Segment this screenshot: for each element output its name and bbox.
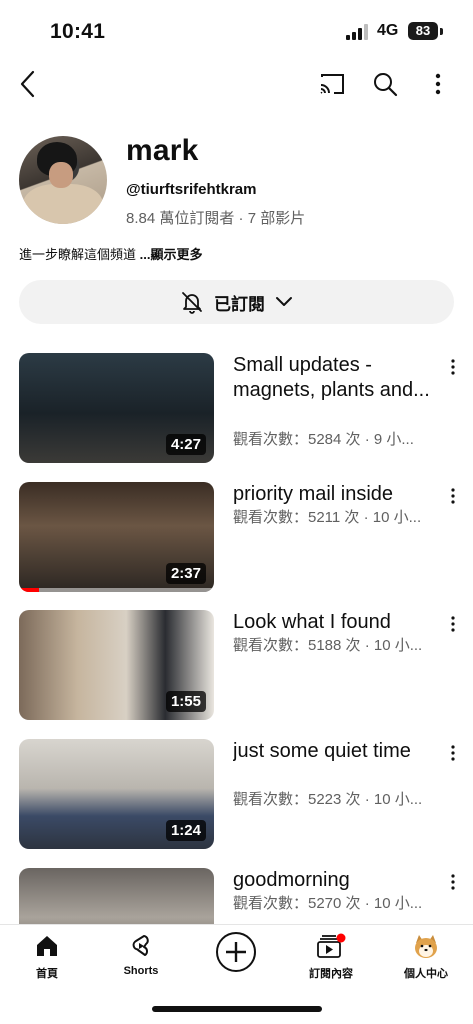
more-vertical-icon (451, 745, 455, 761)
nav-you-label: 個人中心 (404, 968, 448, 980)
video-item[interactable]: 4:27 Small updates - magnets, plants and… (0, 353, 473, 465)
video-menu-button[interactable] (445, 355, 461, 379)
nav-subscriptions-label: 訂閱內容 (309, 968, 353, 980)
top-app-bar (0, 60, 473, 108)
channel-name: mark (126, 134, 199, 167)
show-more-link[interactable]: ...顯示更多 (140, 247, 203, 262)
subscriptions-icon (317, 933, 346, 958)
video-duration: 2:37 (165, 563, 206, 584)
video-meta: 觀看次數：5270 次 · 10 小... (233, 895, 423, 912)
battery-icon: 83 (408, 22, 438, 40)
nav-home-label: 首頁 (36, 968, 58, 980)
status-time: 10:41 (50, 20, 106, 43)
video-duration: 1:24 (165, 820, 206, 841)
status-bar: 10:41 4G 83 (0, 0, 473, 60)
video-menu-button[interactable] (445, 741, 461, 765)
video-meta: 觀看次數：5188 次 · 10 小... (233, 637, 423, 654)
avatar-figure-face (49, 162, 73, 188)
video-duration: 1:55 (165, 691, 206, 712)
video-menu-button[interactable] (445, 612, 461, 636)
video-item[interactable]: 1:24 just some quiet time 觀看次數：5223 次 · … (0, 739, 473, 851)
channel-handle: @tiurftsrifehtkram (126, 181, 257, 198)
channel-description[interactable]: 進一步瞭解這個頻道 ...顯示更多 (19, 244, 202, 263)
more-options-button[interactable] (420, 66, 456, 102)
video-meta: 觀看次數：5211 次 · 10 小... (233, 509, 422, 526)
channel-stats: 8.84 萬位訂閱者 · 7 部影片 (126, 210, 306, 227)
back-button[interactable] (10, 66, 46, 102)
home-icon (37, 936, 57, 956)
cast-icon (320, 74, 344, 94)
nav-shorts[interactable]: Shorts (101, 933, 181, 977)
shorts-icon (132, 935, 149, 956)
chevron-left-icon (20, 70, 35, 98)
video-thumbnail[interactable]: 1:55 (19, 610, 214, 720)
more-vertical-icon (435, 73, 441, 95)
video-meta: 觀看次數：5223 次 · 10 小... (233, 791, 423, 808)
watch-progress-fill (19, 588, 39, 592)
network-type: 4G (377, 22, 399, 39)
channel-avatar[interactable] (19, 136, 107, 224)
video-meta: 觀看次數：5284 次 · 9 小... (233, 431, 414, 448)
video-title[interactable]: Look what I found (233, 610, 433, 635)
nav-subscriptions[interactable]: 訂閱內容 (291, 933, 371, 981)
video-item[interactable]: 2:37 priority mail inside 觀看次數：5211 次 · … (0, 482, 473, 594)
video-thumbnail[interactable]: 4:27 (19, 353, 214, 463)
video-duration: 4:27 (165, 434, 206, 455)
nav-shorts-label: Shorts (123, 965, 159, 977)
video-item[interactable]: 1:55 Look what I found 觀看次數：5188 次 · 10 … (0, 610, 473, 722)
search-icon (374, 73, 398, 97)
video-title[interactable]: goodmorning (233, 868, 433, 893)
video-title[interactable]: just some quiet time (233, 739, 433, 764)
search-button[interactable] (367, 66, 403, 102)
watch-progress-bar (19, 588, 214, 592)
more-vertical-icon (451, 874, 455, 890)
video-thumbnail[interactable]: 1:24 (19, 739, 214, 849)
create-plus-icon (216, 932, 256, 972)
chevron-down-icon (276, 297, 292, 306)
video-menu-button[interactable] (445, 870, 461, 894)
more-vertical-icon (451, 616, 455, 632)
video-menu-button[interactable] (445, 484, 461, 508)
subscribed-button[interactable]: 已訂閱 (19, 280, 454, 324)
profile-avatar-icon (415, 935, 437, 958)
video-title[interactable]: priority mail inside (233, 482, 433, 507)
avatar-figure-body (23, 184, 103, 224)
video-title[interactable]: Small updates - magnets, plants and... (233, 353, 433, 403)
more-vertical-icon (451, 488, 455, 504)
cast-button[interactable] (314, 66, 350, 102)
bell-off-icon (182, 292, 202, 314)
nav-you[interactable]: 個人中心 (386, 933, 466, 981)
nav-home[interactable]: 首頁 (7, 933, 87, 981)
home-indicator (152, 1006, 322, 1012)
more-vertical-icon (451, 359, 455, 375)
battery-tip (440, 28, 443, 35)
subscribed-label: 已訂閱 (214, 294, 265, 314)
nav-create[interactable] (196, 931, 276, 973)
channel-description-text: 進一步瞭解這個頻道 (19, 247, 140, 262)
cellular-signal-icon (346, 24, 368, 40)
video-thumbnail[interactable]: 2:37 (19, 482, 214, 592)
